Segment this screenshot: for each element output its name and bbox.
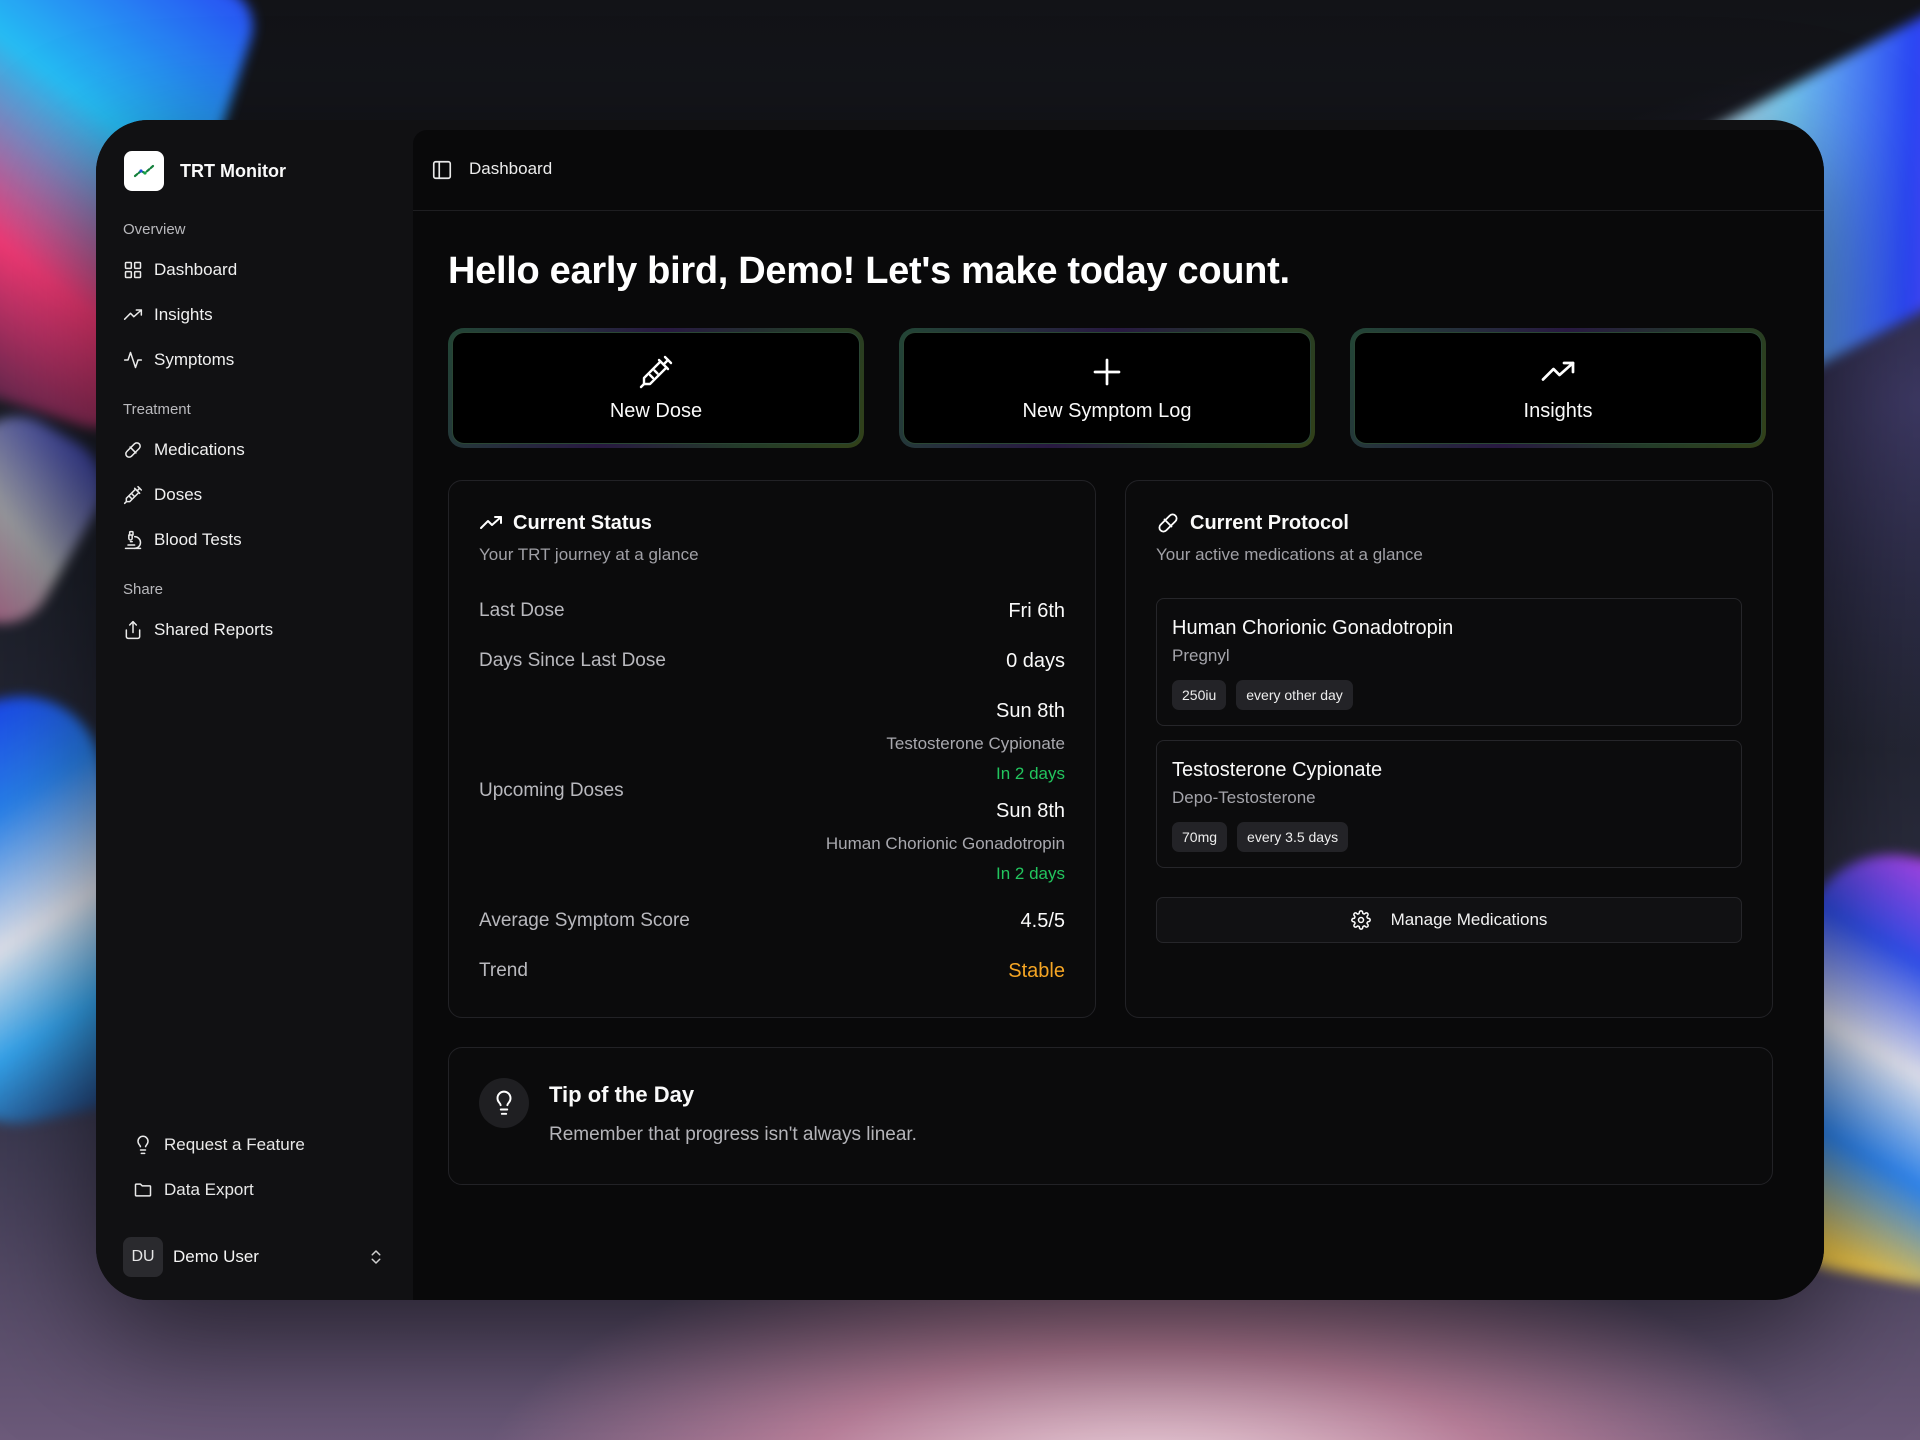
grid-icon bbox=[124, 261, 142, 279]
share-icon bbox=[125, 620, 141, 640]
medication-item[interactable]: Testosterone Cypionate Depo-Testosterone… bbox=[1156, 740, 1742, 868]
lightbulb-icon bbox=[496, 1090, 512, 1115]
insights-button[interactable]: Insights bbox=[1350, 328, 1766, 448]
upcoming-dose-countdown: In 2 days bbox=[996, 864, 1065, 883]
tip-text: Remember that progress isn't always line… bbox=[549, 1124, 917, 1145]
avatar: DU bbox=[123, 1237, 163, 1277]
medication-brand: Pregnyl bbox=[1172, 646, 1230, 665]
pill-icon bbox=[1158, 513, 1178, 533]
app-name: TRT Monitor bbox=[180, 160, 286, 181]
sidebar-item-label: Insights bbox=[154, 305, 213, 324]
sidebar-item-label: Blood Tests bbox=[154, 530, 242, 549]
upcoming-dose-date: Sun 8th bbox=[996, 800, 1065, 822]
sidebar-item-dashboard[interactable]: Dashboard bbox=[123, 255, 237, 285]
trend-value: Stable bbox=[1008, 960, 1065, 982]
medication-tags: 70mg every 3.5 days bbox=[1172, 822, 1349, 852]
frequency-badge: every other day bbox=[1236, 680, 1353, 710]
manage-medications-label: Manage Medications bbox=[1390, 910, 1548, 929]
medication-tags: 250iu every other day bbox=[1172, 680, 1353, 710]
card-title-text: Current Protocol bbox=[1190, 511, 1349, 534]
avg-symptom-score-label: Average Symptom Score bbox=[479, 910, 690, 931]
days-since-label: Days Since Last Dose bbox=[479, 650, 666, 671]
chevrons-up-down-icon bbox=[371, 1250, 381, 1264]
current-status-card: Current Status Your TRT journey at a gla… bbox=[448, 480, 1096, 1018]
frequency-badge: every 3.5 days bbox=[1237, 822, 1349, 852]
medication-name: Human Chorionic Gonadotropin bbox=[1172, 617, 1454, 639]
sidebar-item-label: Symptoms bbox=[154, 350, 235, 369]
card-title: Current Status bbox=[479, 511, 652, 535]
syringe-icon bbox=[639, 355, 673, 388]
sidebar-item-label: Medications bbox=[154, 440, 245, 459]
last-dose-value: Fri 6th bbox=[1008, 600, 1065, 622]
plus-icon bbox=[1093, 358, 1121, 385]
sidebar-item-label: Doses bbox=[154, 485, 203, 504]
sidebar-item-insights[interactable]: Insights bbox=[123, 300, 213, 330]
new-dose-button[interactable]: New Dose bbox=[448, 328, 864, 448]
sidebar-item-doses[interactable]: Doses bbox=[123, 480, 202, 510]
trend-label: Trend bbox=[479, 960, 528, 981]
page-title: Hello early bird, Demo! Let's make today… bbox=[448, 250, 1290, 292]
app-window: TRT Monitor Overview Dashboard Insights … bbox=[96, 120, 1824, 1300]
sidebar-item-blood-tests[interactable]: Blood Tests bbox=[123, 525, 242, 555]
gear-icon bbox=[1350, 910, 1371, 930]
upcoming-doses-label: Upcoming Doses bbox=[479, 780, 624, 801]
last-dose-label: Last Dose bbox=[479, 600, 565, 621]
footer-item-label: Data Export bbox=[164, 1180, 254, 1199]
nav-section-treatment: Treatment bbox=[123, 401, 191, 418]
current-protocol-card: Current Protocol Your active medications… bbox=[1125, 480, 1773, 1018]
trending-up-icon bbox=[1541, 361, 1575, 381]
upcoming-dose-medication: Testosterone Cypionate bbox=[886, 734, 1065, 753]
data-export-link[interactable]: Data Export bbox=[133, 1175, 254, 1205]
lightbulb-icon bbox=[137, 1135, 149, 1155]
tip-title: Tip of the Day bbox=[549, 1082, 695, 1107]
dose-badge: 250iu bbox=[1172, 680, 1227, 710]
sidebar-item-medications[interactable]: Medications bbox=[123, 435, 245, 465]
trending-up-icon bbox=[123, 309, 143, 320]
sidebar-item-symptoms[interactable]: Symptoms bbox=[123, 345, 234, 375]
tip-of-the-day-card: Tip of the Day Remember that progress is… bbox=[448, 1047, 1773, 1185]
microscope-icon bbox=[124, 530, 142, 550]
medication-name: Testosterone Cypionate bbox=[1172, 759, 1383, 781]
user-name: Demo User bbox=[173, 1247, 259, 1266]
sidebar-toggle-icon[interactable] bbox=[431, 159, 453, 181]
user-menu[interactable]: DU Demo User bbox=[123, 1237, 385, 1277]
medication-item[interactable]: Human Chorionic Gonadotropin Pregnyl 250… bbox=[1156, 598, 1742, 726]
footer-item-label: Request a Feature bbox=[164, 1135, 305, 1154]
request-feature-link[interactable]: Request a Feature bbox=[133, 1130, 305, 1160]
breadcrumb: Dashboard bbox=[469, 159, 553, 178]
sidebar: TRT Monitor Overview Dashboard Insights … bbox=[96, 120, 412, 1300]
sidebar-item-label: Dashboard bbox=[154, 260, 238, 279]
upcoming-dose-date: Sun 8th bbox=[996, 700, 1065, 722]
action-label: New Dose bbox=[609, 399, 703, 422]
days-since-value: 0 days bbox=[1006, 650, 1065, 672]
upcoming-dose-countdown: In 2 days bbox=[996, 764, 1065, 783]
medication-brand: Depo-Testosterone bbox=[1172, 788, 1316, 807]
new-symptom-log-button[interactable]: New Symptom Log bbox=[899, 328, 1315, 448]
action-label: Insights bbox=[1523, 399, 1593, 422]
tip-icon-badge bbox=[479, 1078, 529, 1128]
card-title: Current Protocol bbox=[1156, 511, 1349, 535]
manage-medications-button[interactable]: Manage Medications bbox=[1156, 897, 1742, 943]
activity-icon bbox=[123, 351, 143, 369]
main-content: Dashboard Hello early bird, Demo! Let's … bbox=[413, 130, 1824, 1300]
card-subtitle: Your TRT journey at a glance bbox=[479, 545, 699, 564]
brand[interactable]: TRT Monitor bbox=[124, 151, 286, 191]
folder-icon bbox=[134, 1183, 152, 1197]
trending-up-icon bbox=[480, 516, 502, 529]
action-label: New Symptom Log bbox=[1022, 399, 1192, 422]
top-bar: Dashboard bbox=[413, 130, 1824, 211]
avg-symptom-score-value: 4.5/5 bbox=[1020, 910, 1065, 932]
sidebar-item-shared-reports[interactable]: Shared Reports bbox=[123, 615, 273, 645]
pill-icon bbox=[125, 442, 141, 458]
card-subtitle: Your active medications at a glance bbox=[1156, 545, 1423, 564]
upcoming-dose-medication: Human Chorionic Gonadotropin bbox=[825, 834, 1065, 853]
app-logo-icon bbox=[124, 151, 164, 191]
sidebar-item-label: Shared Reports bbox=[154, 620, 274, 639]
dose-badge: 70mg bbox=[1172, 822, 1228, 852]
nav-section-overview: Overview bbox=[123, 221, 186, 238]
syringe-icon bbox=[123, 485, 143, 505]
nav-section-share: Share bbox=[123, 581, 164, 598]
card-title-text: Current Status bbox=[513, 511, 652, 534]
